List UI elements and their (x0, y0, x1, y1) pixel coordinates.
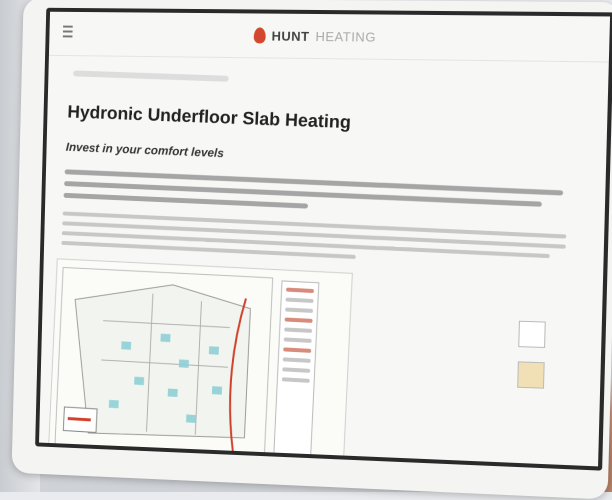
hamburger-menu-icon[interactable] (62, 25, 73, 38)
page-title: Hydronic Underfloor Slab Heating (67, 101, 352, 133)
site-logo[interactable]: HUNT HEATING (253, 27, 377, 45)
tablet: HUNT HEATING Hydronic Underfloor Slab He… (11, 0, 612, 500)
body-paragraph (61, 211, 579, 269)
text-line (63, 192, 309, 209)
intro-paragraph (63, 169, 581, 220)
flame-icon (253, 27, 266, 44)
logo-text-strong: HUNT (271, 28, 310, 44)
legend-row (285, 307, 314, 313)
thumbnail-image[interactable] (518, 320, 546, 349)
legend-row (285, 297, 314, 304)
legend-row (284, 327, 313, 333)
drawing-legend-panel (273, 280, 320, 465)
breadcrumb[interactable] (72, 70, 229, 82)
thumbnail-image[interactable] (517, 361, 545, 389)
tablet-screen: HUNT HEATING Hydronic Underfloor Slab He… (35, 7, 612, 471)
legend-row (283, 337, 312, 343)
floor-plan-drawing[interactable] (47, 258, 353, 471)
floor-plan-svg (49, 259, 282, 469)
main-content: Hydronic Underfloor Slab Heating Invest … (35, 56, 608, 471)
page-subtitle: Invest in your comfort levels (65, 139, 225, 161)
legend-row (285, 287, 315, 294)
legend-row (284, 317, 313, 323)
logo-text-light: HEATING (315, 28, 377, 45)
site-header: HUNT HEATING (48, 11, 611, 63)
legend-row (282, 367, 311, 373)
legend-row (282, 357, 311, 363)
legend-row (283, 347, 312, 353)
legend-row (281, 377, 310, 383)
